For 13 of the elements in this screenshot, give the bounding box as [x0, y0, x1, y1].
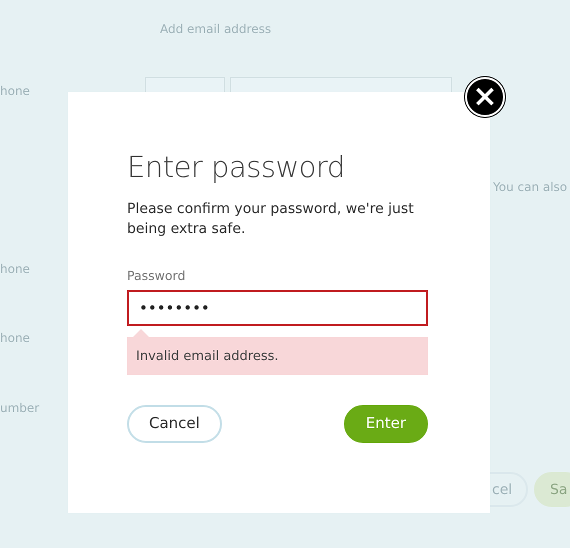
field-label: hone [0, 330, 30, 347]
field-label: hone [0, 83, 30, 100]
password-field[interactable]: •••••••• [127, 290, 428, 326]
dialog-title: Enter password [127, 150, 346, 185]
error-message: Invalid email address. [136, 348, 279, 364]
field-label: hone [0, 261, 30, 278]
section-heading: Add email address [160, 21, 272, 38]
cancel-button[interactable]: Cancel [127, 404, 222, 443]
field-label: umber [0, 400, 40, 417]
hint-text: You can also [493, 179, 568, 196]
dialog-message: Please confirm your password, we're just being extra safe. [127, 200, 415, 239]
close-button[interactable]: × [465, 77, 505, 117]
field-label: Password [127, 266, 186, 285]
